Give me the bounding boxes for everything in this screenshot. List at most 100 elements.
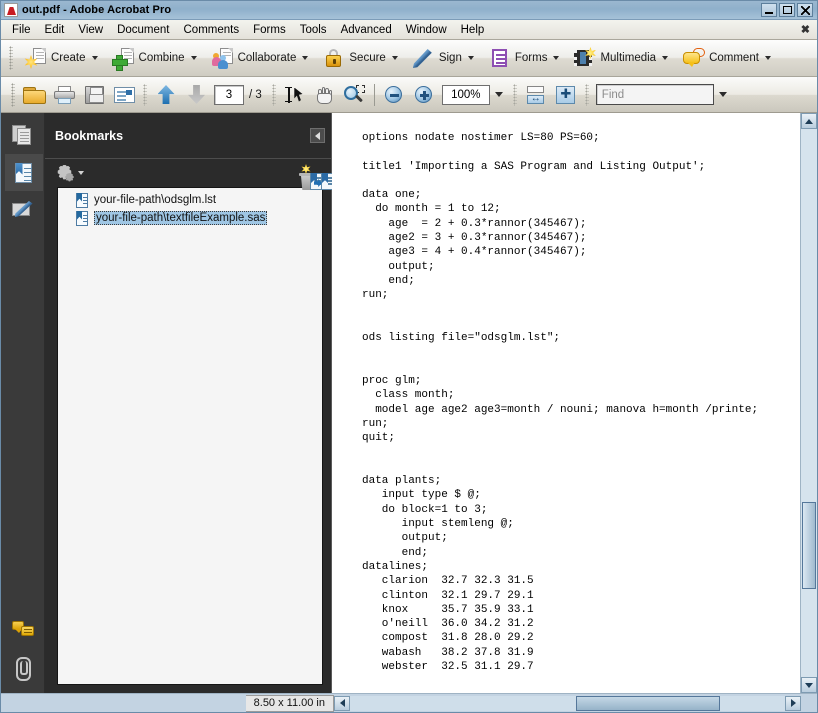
zoom-level-combobox[interactable]: 100% bbox=[441, 84, 490, 105]
horizontal-scrollbar[interactable] bbox=[334, 695, 801, 712]
next-page-button[interactable] bbox=[181, 81, 211, 109]
fit-page-button[interactable] bbox=[551, 81, 581, 109]
select-tool-button[interactable] bbox=[280, 81, 310, 109]
list-item[interactable]: your-file-path\odsglm.lst bbox=[58, 191, 322, 209]
triangle-right-icon bbox=[790, 699, 796, 707]
marquee-zoom-button[interactable] bbox=[340, 81, 370, 109]
chevron-down-icon[interactable] bbox=[467, 56, 474, 60]
fit-page-icon bbox=[556, 85, 576, 104]
chevron-down-icon[interactable] bbox=[494, 92, 503, 97]
chevron-down-icon[interactable] bbox=[718, 92, 727, 97]
print-button[interactable] bbox=[49, 81, 79, 109]
minimize-button[interactable] bbox=[761, 3, 777, 17]
page-size-label: 8.50 x 11.00 in bbox=[245, 694, 334, 712]
navigation-toolbar: 3 / 3 100% ↔ ✚ Find bbox=[1, 77, 817, 113]
menu-item-comments[interactable]: Comments bbox=[177, 22, 247, 38]
open-button[interactable] bbox=[19, 81, 49, 109]
menu-item-help[interactable]: Help bbox=[454, 22, 492, 38]
zoom-out-button[interactable] bbox=[379, 81, 409, 109]
menu-item-forms[interactable]: Forms bbox=[246, 22, 293, 38]
combine-button[interactable]: Combine bbox=[106, 43, 203, 73]
menu-item-advanced[interactable]: Advanced bbox=[334, 22, 399, 38]
hand-tool-button[interactable] bbox=[310, 81, 340, 109]
combine-button-label: Combine bbox=[138, 52, 185, 64]
create-button[interactable]: Create bbox=[18, 43, 104, 73]
fit-width-button[interactable] bbox=[521, 81, 551, 109]
forms-button[interactable]: Forms bbox=[482, 43, 566, 73]
toolbar-grip[interactable] bbox=[9, 46, 13, 70]
toolbar-separator bbox=[271, 83, 276, 106]
sidebar-item-page-thumbnails[interactable] bbox=[3, 117, 43, 154]
zoom-in-button[interactable] bbox=[409, 81, 439, 109]
bookmark-item-label: your-file-path\odsglm.lst bbox=[94, 194, 217, 206]
menu-item-tools[interactable]: Tools bbox=[293, 22, 334, 38]
close-button[interactable] bbox=[797, 3, 813, 17]
triangle-left-icon bbox=[339, 699, 345, 707]
sidebar-item-attachments[interactable] bbox=[3, 648, 43, 685]
scroll-up-button[interactable] bbox=[801, 113, 817, 129]
bookmark-item-icon bbox=[76, 210, 89, 226]
horizontal-scroll-track[interactable] bbox=[350, 695, 785, 711]
vertical-scroll-track[interactable] bbox=[801, 129, 817, 677]
chevron-down-icon[interactable] bbox=[91, 56, 98, 60]
toolbar-grip[interactable] bbox=[11, 82, 15, 107]
folder-open-icon bbox=[23, 86, 46, 104]
scroll-down-button[interactable] bbox=[801, 677, 817, 693]
bookmark-options-button[interactable] bbox=[57, 164, 84, 182]
collaborate-button[interactable]: Collaborate bbox=[205, 43, 315, 73]
navigation-pane-rail bbox=[1, 113, 45, 693]
status-left-spacer: 8.50 x 11.00 in bbox=[1, 694, 334, 712]
comment-button[interactable]: Comment bbox=[676, 43, 777, 73]
chevron-down-icon[interactable] bbox=[391, 56, 398, 60]
bookmarks-list[interactable]: your-file-path\odsglm.lst your-file-path… bbox=[57, 187, 323, 685]
chevron-down-icon[interactable] bbox=[190, 56, 197, 60]
maximize-button[interactable] bbox=[779, 3, 795, 17]
comments-icon bbox=[11, 620, 34, 639]
chevron-down-icon[interactable] bbox=[662, 56, 669, 60]
menu-item-document[interactable]: Document bbox=[110, 22, 176, 38]
find-input[interactable]: Find bbox=[595, 84, 714, 105]
create-button-label: Create bbox=[51, 52, 86, 64]
page-number-input[interactable]: 3 bbox=[214, 84, 244, 105]
menu-item-window[interactable]: Window bbox=[399, 22, 454, 38]
menu-item-view[interactable]: View bbox=[71, 22, 110, 38]
scrollbar-corner bbox=[801, 695, 817, 711]
sign-button-label: Sign bbox=[438, 52, 462, 64]
triangle-down-icon bbox=[805, 682, 813, 688]
bookmarks-panel-title: Bookmarks bbox=[55, 128, 124, 143]
menu-item-file[interactable]: File bbox=[5, 22, 38, 38]
previous-page-button[interactable] bbox=[151, 81, 181, 109]
menu-item-edit[interactable]: Edit bbox=[38, 22, 72, 38]
paperclip-icon bbox=[13, 656, 33, 681]
comment-button-label: Comment bbox=[709, 52, 759, 64]
horizontal-scroll-thumb[interactable] bbox=[576, 695, 720, 711]
chevron-down-icon[interactable] bbox=[302, 56, 309, 60]
scroll-right-button[interactable] bbox=[785, 695, 801, 711]
list-item[interactable]: your-file-path\textfileExample.sas bbox=[58, 209, 322, 227]
toolbar-separator bbox=[512, 83, 517, 106]
scroll-left-button[interactable] bbox=[334, 695, 350, 711]
close-document-icon[interactable]: ✖ bbox=[801, 23, 810, 36]
chevron-down-icon[interactable] bbox=[553, 56, 560, 60]
vertical-scrollbar[interactable] bbox=[800, 113, 817, 693]
sidebar-item-signatures[interactable] bbox=[3, 191, 43, 228]
sidebar-item-comments[interactable] bbox=[3, 611, 43, 648]
multimedia-button[interactable]: Multimedia bbox=[567, 43, 674, 73]
title-bar: out.pdf - Adobe Acrobat Pro bbox=[1, 1, 817, 20]
arrow-up-icon bbox=[157, 85, 175, 104]
sidebar-item-bookmarks[interactable] bbox=[2, 154, 43, 191]
secure-button[interactable]: Secure bbox=[316, 43, 403, 73]
page-total-label: / 3 bbox=[249, 88, 262, 101]
sign-button[interactable]: Sign bbox=[406, 43, 480, 73]
forms-button-label: Forms bbox=[514, 52, 548, 64]
document-canvas[interactable]: options nodate nostimer LS=80 PS=60; tit… bbox=[332, 113, 817, 693]
collapse-panel-button[interactable] bbox=[310, 128, 325, 143]
arrow-down-icon bbox=[188, 85, 205, 104]
pdf-page: options nodate nostimer LS=80 PS=60; tit… bbox=[332, 113, 800, 693]
vertical-scroll-thumb[interactable] bbox=[802, 501, 816, 590]
chevron-down-icon[interactable] bbox=[764, 56, 771, 60]
email-button[interactable] bbox=[109, 81, 139, 109]
triangle-up-icon bbox=[805, 118, 813, 124]
save-button[interactable] bbox=[79, 81, 109, 109]
printer-icon bbox=[53, 85, 75, 104]
